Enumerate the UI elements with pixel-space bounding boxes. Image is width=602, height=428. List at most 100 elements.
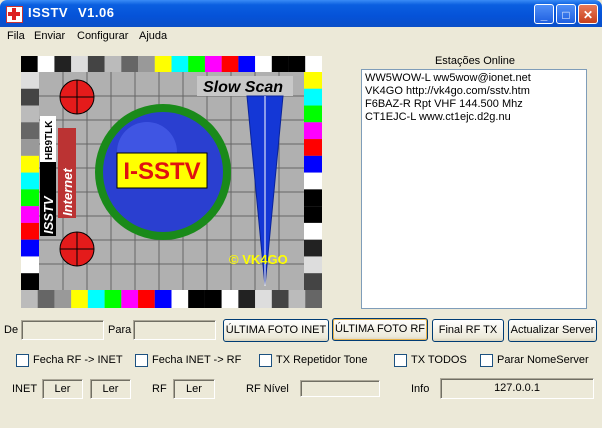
test-card-cell	[138, 290, 155, 308]
fecha-inet-rf-label: Fecha INET -> RF	[152, 354, 242, 366]
test-card-cell	[305, 56, 322, 72]
test-card-cell	[21, 256, 39, 274]
test-card-cell	[171, 290, 189, 308]
test-card-cell	[87, 290, 105, 308]
test-card-cell	[304, 105, 322, 123]
test-card-cell	[204, 290, 222, 308]
test-card-cell	[271, 56, 289, 72]
test-card-cell	[204, 56, 222, 72]
test-card-cell	[21, 122, 39, 140]
test-card-cell	[188, 290, 205, 308]
test-card-cell	[188, 56, 205, 72]
slow-scan-text: Slow Scan	[203, 79, 283, 96]
rf-read: Ler	[173, 379, 215, 399]
info-field: 127.0.0.1	[440, 378, 594, 399]
close-button[interactable]: ✕	[578, 4, 598, 24]
test-card-cell	[21, 56, 38, 72]
de-field[interactable]	[21, 320, 104, 340]
test-card-cell	[21, 273, 39, 290]
inet-label: INET	[12, 383, 38, 395]
test-card-cell	[21, 105, 39, 123]
tx-repetidor-tone-checkbox[interactable]	[259, 354, 272, 367]
window-version: V1.06	[78, 5, 115, 20]
test-card-cell	[54, 290, 72, 308]
tx-todos-checkbox[interactable]	[394, 354, 407, 367]
test-card-cell	[104, 290, 122, 308]
test-card-cell	[304, 239, 322, 257]
test-card-cell	[21, 239, 39, 257]
test-card-cell	[21, 88, 39, 106]
test-card-cell	[21, 189, 39, 207]
test-card-cell	[21, 222, 39, 240]
test-card-cell	[121, 290, 139, 308]
side-label-callsign: HB9TLK	[44, 120, 55, 160]
tx-todos-label: TX TODOS	[411, 354, 467, 366]
menu-configurar[interactable]: Configurar	[77, 30, 128, 42]
fecha-rf-inet-checkbox[interactable]	[16, 354, 29, 367]
ultima-foto-inet-button[interactable]: ÚLTIMA FOTO INET	[223, 319, 329, 342]
fecha-rf-inet-label: Fecha RF -> INET	[33, 354, 123, 366]
test-card-cell	[154, 290, 172, 308]
fecha-inet-rf-checkbox[interactable]	[135, 354, 148, 367]
maximize-button[interactable]: □	[556, 4, 576, 24]
menu-ajuda[interactable]: Ajuda	[139, 30, 167, 42]
test-card-cell	[21, 172, 39, 190]
close-icon: ✕	[582, 8, 594, 22]
station-item[interactable]: F6BAZ-R Rpt VHF 144.500 Mhz	[365, 98, 583, 111]
test-card-cell	[71, 290, 88, 308]
test-card-cell	[304, 189, 322, 207]
test-card-cell	[21, 139, 39, 156]
test-card-cell	[221, 290, 239, 308]
app-icon	[6, 6, 23, 23]
test-card-cell	[304, 72, 322, 89]
test-card-cell	[21, 290, 38, 308]
side-label-internet: Internet	[60, 168, 75, 216]
tx-repetidor-tone-label: TX Repetidor Tone	[276, 354, 368, 366]
test-card-cell	[304, 206, 322, 223]
ultima-foto-rf-button[interactable]: ÚLTIMA FOTO RF	[332, 318, 428, 341]
test-card-cell	[255, 290, 272, 308]
test-card-graphic: Slow Scan ISSTV HB9TLK Internet I-SSTV ©…	[21, 56, 322, 308]
parar-nomeserver-checkbox[interactable]	[480, 354, 493, 367]
minimize-icon: _	[540, 8, 548, 22]
menu-fila[interactable]: Fila	[7, 30, 25, 42]
test-card-cell	[21, 155, 39, 173]
station-item[interactable]: VK4GO http://vk4go.com/sstv.htm	[365, 85, 583, 98]
test-card-cell	[221, 56, 239, 72]
para-label: Para	[108, 324, 132, 336]
test-card-cell	[54, 56, 72, 72]
final-rf-tx-button[interactable]: Final RF TX	[432, 319, 504, 342]
logo-text: I-SSTV	[123, 158, 200, 185]
inet-read-2: Ler	[90, 379, 131, 399]
minimize-button[interactable]: _	[534, 4, 554, 24]
info-label: Info	[411, 383, 430, 395]
para-field[interactable]	[133, 320, 216, 340]
side-label-isstv: ISSTV	[41, 195, 56, 234]
window-title: ISSTV	[28, 5, 69, 20]
station-item[interactable]: WW5WOW-L ww5wow@ionet.net	[365, 72, 583, 85]
maximize-icon: □	[562, 8, 570, 22]
test-card-cell	[138, 56, 155, 72]
test-card-cell	[288, 290, 306, 308]
stations-list[interactable]: WW5WOW-L ww5wow@ionet.net VK4GO http://v…	[361, 69, 587, 309]
parar-nomeserver-label: Parar NomeServer	[497, 354, 589, 366]
test-card-cell	[37, 56, 55, 72]
test-card-cell	[304, 155, 322, 173]
station-item[interactable]: CT1EJC-L www.ct1ejc.d2g.nu	[365, 111, 583, 124]
inet-read-1: Ler	[42, 379, 83, 399]
test-card-cell	[304, 122, 322, 140]
test-card-cell	[288, 56, 306, 72]
test-card-cell	[304, 88, 322, 106]
test-card-cell	[304, 273, 322, 290]
test-card-cell	[304, 139, 322, 156]
test-card-cell	[21, 206, 39, 223]
test-card-cell	[21, 72, 39, 89]
menu-enviar[interactable]: Enviar	[34, 30, 65, 42]
test-card-cell	[304, 172, 322, 190]
test-card-cell	[238, 56, 256, 72]
actualizar-server-button[interactable]: Actualizar Server	[508, 319, 597, 342]
test-card-cell	[271, 290, 289, 308]
test-card-cell	[238, 290, 256, 308]
sstv-test-card-image: Slow Scan ISSTV HB9TLK Internet I-SSTV ©…	[21, 56, 322, 308]
test-card-cell	[305, 290, 322, 308]
